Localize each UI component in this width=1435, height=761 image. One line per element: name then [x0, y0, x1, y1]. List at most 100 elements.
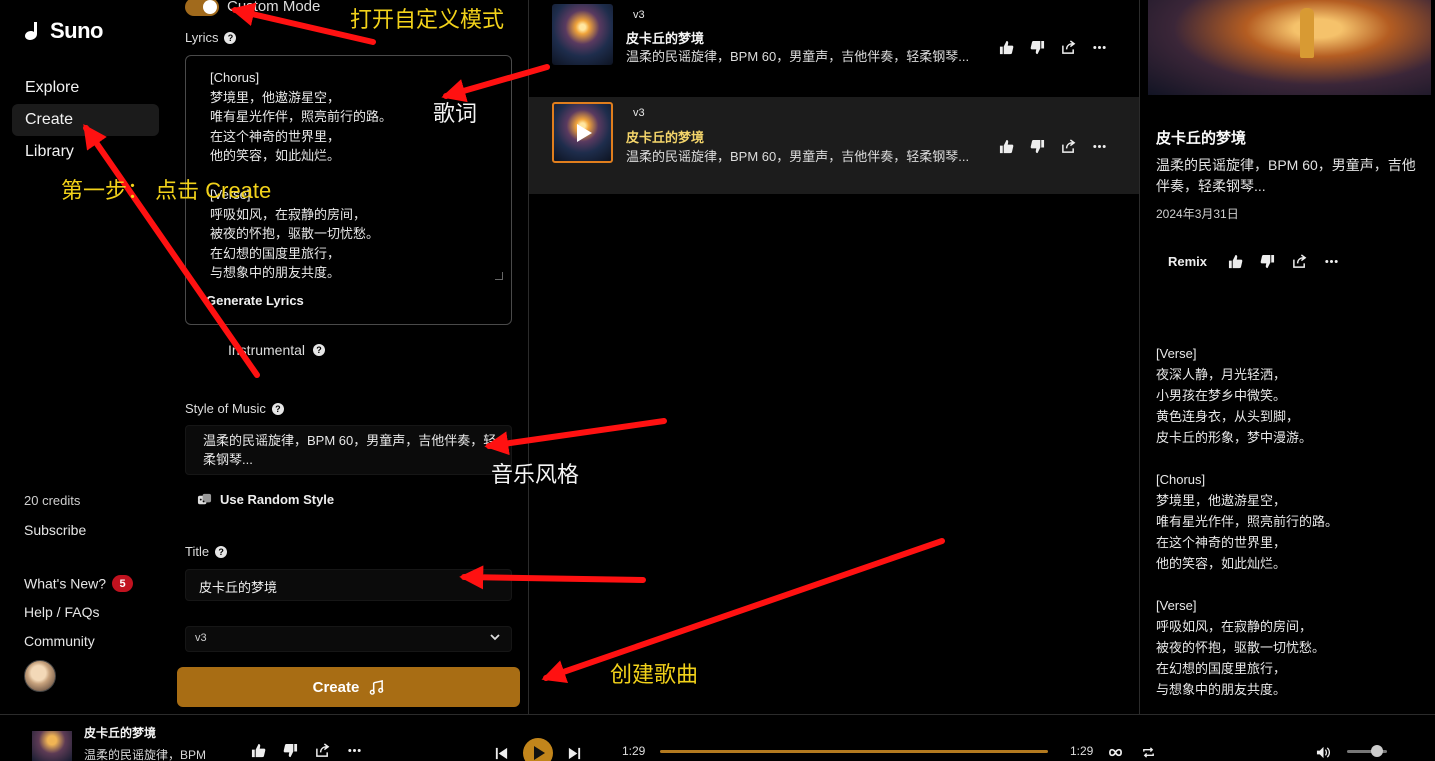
music-note-icon: [370, 679, 384, 695]
model-version-select[interactable]: v3: [185, 626, 512, 652]
player-cover[interactable]: [32, 731, 72, 761]
volume-icon[interactable]: [1316, 745, 1331, 760]
credits-count: 20 credits: [24, 493, 81, 508]
random-style-label: Use Random Style: [220, 492, 335, 507]
title-label: Title: [185, 544, 210, 559]
more-options-icon[interactable]: [347, 743, 362, 758]
player-actions: [251, 743, 362, 758]
song-title[interactable]: 皮卡丘的梦境: [626, 127, 704, 146]
custom-mode-toggle[interactable]: [185, 0, 219, 16]
annotation-lyrics: 歌词: [433, 101, 478, 126]
song-row-selected[interactable]: v3 皮卡丘的梦境 温柔的民谣旋律，BPM 60，男童声，吉他伴奏，轻柔钢琴..…: [529, 97, 1139, 194]
duration: 1:29: [1070, 744, 1094, 758]
song-list: v3 皮卡丘的梦境 温柔的民谣旋律，BPM 60，男童声，吉他伴奏，轻柔钢琴..…: [529, 0, 1139, 714]
detail-lyrics: [Verse] 夜深人静，月光轻洒， 小男孩在梦乡中微笑。 黄色连身衣，从头到脚…: [1156, 346, 1339, 697]
player-bar: 皮卡丘的梦境 温柔的民谣旋律，BPM 1:29 1:29: [0, 714, 1435, 761]
suno-logo-icon: [25, 22, 37, 40]
dice-icon: [197, 493, 212, 505]
thumbs-down-icon[interactable]: [1260, 254, 1275, 269]
nav-library[interactable]: Library: [12, 136, 159, 168]
thumbs-down-icon[interactable]: [1030, 40, 1045, 55]
nav-explore[interactable]: Explore: [12, 72, 159, 104]
title-label-row: Title ?: [185, 544, 228, 559]
skip-next-icon[interactable]: [567, 746, 582, 761]
cover-figure: [1300, 8, 1314, 58]
annotation-create-song: 创建歌曲: [610, 662, 699, 687]
style-label-row: Style of Music ?: [185, 401, 284, 416]
custom-mode-label: Custom Mode: [227, 0, 321, 15]
song-actions: [999, 139, 1107, 154]
song-title[interactable]: 皮卡丘的梦境: [626, 28, 704, 47]
resize-handle-icon[interactable]: [495, 272, 503, 280]
thumbs-up-icon[interactable]: [999, 40, 1014, 55]
playback-controls: [494, 738, 582, 761]
more-options-icon[interactable]: [1092, 139, 1107, 154]
song-actions: [999, 40, 1107, 55]
style-label: Style of Music: [185, 401, 266, 416]
more-options-icon[interactable]: [1092, 40, 1107, 55]
share-icon[interactable]: [1061, 40, 1076, 55]
thumbs-up-icon[interactable]: [999, 139, 1014, 154]
annotation-step-one: 第一步： 点击 Create: [61, 178, 272, 203]
player-subtitle: 温柔的民谣旋律，BPM: [84, 748, 207, 761]
repeat-icon[interactable]: [1141, 745, 1156, 760]
song-cover[interactable]: [552, 102, 613, 163]
lyrics-label: Lyrics: [185, 30, 219, 45]
current-time: 1:29: [622, 744, 646, 758]
play-pause-button[interactable]: [523, 738, 553, 761]
create-button[interactable]: Create: [177, 667, 520, 707]
whats-new-link[interactable]: What's New? 5: [24, 575, 134, 592]
annotation-custom-mode: 打开自定义模式: [350, 7, 505, 32]
thumbs-down-icon[interactable]: [283, 743, 298, 758]
detail-actions: Remix: [1168, 254, 1339, 269]
share-icon[interactable]: [1061, 139, 1076, 154]
community-link[interactable]: Community: [24, 633, 95, 649]
share-icon[interactable]: [315, 743, 330, 758]
instrumental-row[interactable]: Instrumental ?: [228, 342, 326, 358]
thumbs-down-icon[interactable]: [1030, 139, 1045, 154]
progress-bar[interactable]: [660, 750, 1048, 753]
skip-previous-icon[interactable]: [494, 746, 509, 761]
help-icon[interactable]: ?: [224, 31, 237, 44]
remix-button[interactable]: Remix: [1168, 254, 1207, 269]
chevron-down-icon: [490, 634, 500, 641]
generate-lyrics-button[interactable]: Generate Lyrics: [206, 293, 304, 308]
song-cover-art: [1148, 0, 1431, 95]
title-input[interactable]: 皮卡丘的梦境: [185, 569, 512, 601]
lyrics-label-row: Lyrics ?: [185, 30, 237, 45]
sidebar-nav: Explore Create Library: [12, 72, 159, 168]
song-cover[interactable]: [552, 4, 613, 65]
play-icon[interactable]: [576, 123, 592, 142]
volume-slider-handle[interactable]: [1371, 745, 1383, 757]
app-name: Suno: [50, 18, 104, 43]
nav-create[interactable]: Create: [12, 104, 159, 136]
song-version: v3: [633, 107, 645, 119]
create-button-label: Create: [312, 678, 360, 696]
model-version-value: v3: [195, 632, 207, 644]
song-row[interactable]: v3 皮卡丘的梦境 温柔的民谣旋律，BPM 60，男童声，吉他伴奏，轻柔钢琴..…: [529, 0, 1139, 97]
notification-badge: 5: [112, 575, 134, 592]
loop-infinity-icon[interactable]: [1108, 745, 1123, 760]
player-title[interactable]: 皮卡丘的梦境: [84, 724, 156, 741]
song-detail-panel: 皮卡丘的梦境 温柔的民谣旋律，BPM 60，男童声，吉他伴奏，轻柔钢琴... 2…: [1140, 0, 1435, 714]
song-version: v3: [633, 9, 645, 21]
help-icon[interactable]: ?: [313, 344, 326, 356]
use-random-style-button[interactable]: Use Random Style: [197, 492, 334, 507]
help-faqs-link[interactable]: Help / FAQs: [24, 604, 99, 620]
subscribe-link[interactable]: Subscribe: [24, 522, 86, 538]
instrumental-label: Instrumental: [228, 342, 306, 358]
thumbs-up-icon[interactable]: [251, 743, 266, 758]
detail-description: 温柔的民谣旋律，BPM 60，男童声，吉他伴奏，轻柔钢琴...: [1156, 157, 1416, 194]
more-options-icon[interactable]: [1324, 254, 1339, 269]
suno-logo[interactable]: Suno: [24, 18, 104, 44]
detail-title: 皮卡丘的梦境: [1156, 130, 1247, 147]
whats-new-label: What's New?: [24, 575, 107, 592]
help-icon[interactable]: ?: [271, 402, 284, 415]
user-avatar[interactable]: [24, 660, 56, 692]
annotation-style: 音乐风格: [491, 462, 580, 487]
help-icon[interactable]: ?: [215, 545, 228, 558]
detail-date: 2024年3月31日: [1156, 207, 1239, 221]
style-of-music-input[interactable]: 温柔的民谣旋律，BPM 60，男童声，吉他伴奏，轻柔钢琴...: [185, 425, 512, 475]
share-icon[interactable]: [1292, 254, 1307, 269]
thumbs-up-icon[interactable]: [1228, 254, 1243, 269]
